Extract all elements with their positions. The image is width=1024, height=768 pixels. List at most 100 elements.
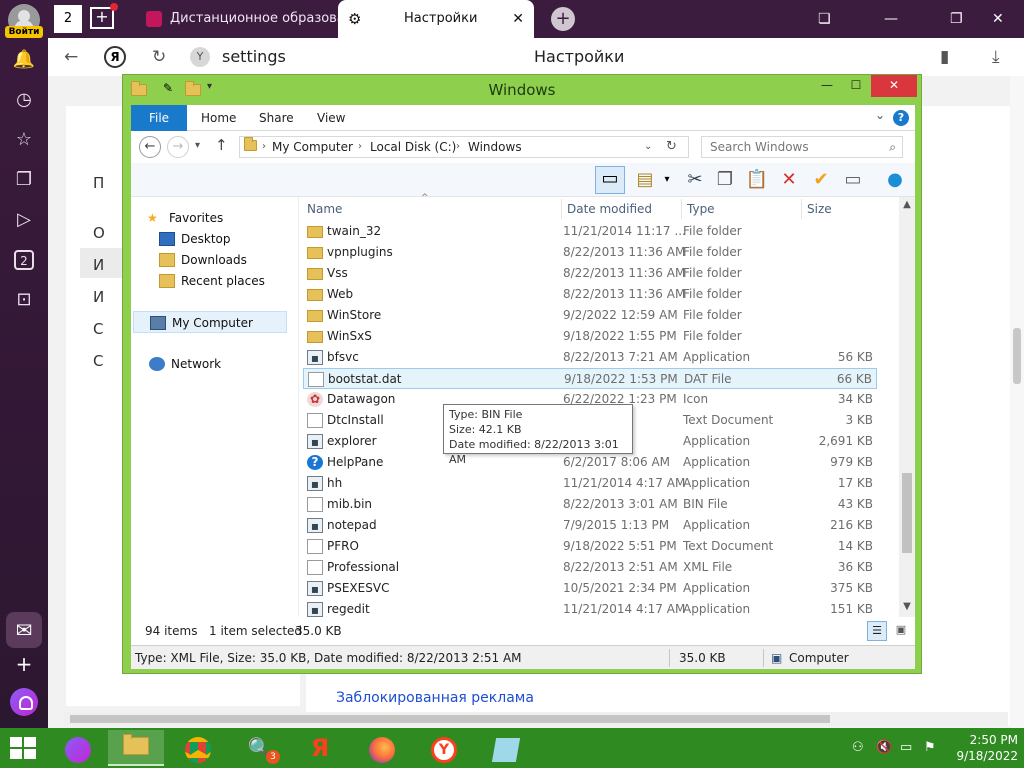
file-row[interactable]: ▪ notepad 7/9/2015 1:13 PM Application 216 K… (303, 515, 877, 536)
scrollbar-thumb[interactable] (902, 473, 912, 553)
large-icons-view-icon[interactable]: ▣ (891, 621, 911, 641)
start-button[interactable] (10, 737, 36, 759)
file-explorer-taskbar-icon[interactable] (108, 730, 164, 766)
column-header-type[interactable]: Type (687, 197, 715, 221)
search-icon[interactable]: ⌕ (889, 137, 896, 157)
url-text[interactable]: settings (222, 38, 286, 76)
file-row[interactable]: PFRO 9/18/2022 5:51 PM Text Document 14 KB (303, 536, 877, 557)
history-icon[interactable]: ◷ (12, 88, 36, 112)
chevron-down-icon[interactable]: ⌄ (644, 137, 652, 157)
close-button[interactable]: ✕ (871, 75, 917, 97)
file-row[interactable]: WinSxS 9/18/2022 1:55 PM File folder (303, 326, 877, 347)
tab-home[interactable]: Home (187, 105, 250, 131)
reload-icon[interactable]: ↻ (152, 38, 166, 76)
forward-button[interactable]: → (167, 136, 189, 158)
new-tab-button[interactable]: + (551, 7, 575, 31)
taskbar-clock[interactable]: 2:50 PM 9/18/2022 (948, 732, 1018, 764)
tab-file[interactable]: File (131, 105, 187, 131)
close-tab-icon[interactable]: ✕ (512, 0, 524, 38)
nav-my-computer[interactable]: My Computer (133, 311, 287, 333)
chrome-taskbar-icon[interactable] (170, 730, 226, 766)
tray-network-icon[interactable]: ⚇ (852, 728, 864, 768)
column-header-date[interactable]: Date modified (567, 197, 652, 221)
recent-locations-icon[interactable]: ▾ (195, 140, 200, 151)
scroll-down-icon[interactable]: ▼ (899, 601, 915, 612)
restore-button[interactable]: ❐ (950, 0, 963, 38)
delete-icon[interactable]: ✕ (777, 168, 801, 192)
ribbon-expand-icon[interactable]: ⌄ (875, 108, 885, 122)
magnifier-taskbar-icon[interactable]: 🔍 3 (232, 730, 288, 766)
address-bar[interactable]: › My Computer › Local Disk (C:) › Window… (239, 136, 689, 158)
page-scrollbar[interactable] (1010, 76, 1024, 728)
blocked-ads-link[interactable]: Заблокированная реклама (336, 690, 534, 706)
file-row[interactable]: Web 8/22/2013 11:36 AM File folder (303, 284, 877, 305)
back-button[interactable]: ← (139, 136, 161, 158)
notes-taskbar-icon[interactable] (478, 730, 534, 766)
tab-share[interactable]: Share (245, 105, 308, 131)
help-icon[interactable]: ? (893, 110, 909, 126)
minimize-button[interactable]: — (884, 0, 898, 38)
yandex-taskbar-icon[interactable]: Я (292, 730, 348, 766)
bookmarks-panel-icon[interactable]: ❏ (818, 0, 831, 38)
yandex-browser-taskbar-icon[interactable]: Y (416, 730, 472, 766)
file-row[interactable]: WinStore 9/2/2022 12:59 AM File folder (303, 305, 877, 326)
cut-icon[interactable]: ✂ (683, 168, 707, 192)
file-row[interactable]: ▪ PSEXESVC 10/5/2021 2:34 PM Application 375… (303, 578, 877, 599)
refresh-icon[interactable]: ↻ (666, 137, 677, 157)
settings-nav-letter[interactable]: С (93, 352, 103, 370)
bookmarks-star-icon[interactable]: ☆ (12, 128, 36, 152)
tray-battery-icon[interactable]: ▭ (900, 728, 912, 768)
copy-icon[interactable]: ❐ (713, 168, 737, 192)
file-list-scrollbar[interactable]: ▲ ▼ (899, 197, 915, 617)
download-icon[interactable]: ⤓ (992, 38, 1000, 76)
up-arrow-icon[interactable]: ↑ (215, 136, 228, 154)
details-view-icon[interactable]: ☰ (867, 621, 887, 641)
settings-nav-letter[interactable]: И (93, 288, 104, 306)
file-row[interactable]: Professional 8/22/2013 2:51 AM XML File 36 … (303, 557, 877, 578)
minimize-button[interactable]: — (813, 75, 841, 97)
close-window-button[interactable]: ✕ (992, 0, 1004, 38)
file-row[interactable]: vpnplugins 8/22/2013 11:36 AM File folder (303, 242, 877, 263)
file-row[interactable]: ▪ hh 11/21/2014 4:17 AM Application 17 KB (303, 473, 877, 494)
column-header-size[interactable]: Size (807, 197, 832, 221)
bookmark-icon[interactable]: ▮ (940, 38, 949, 76)
maximize-button[interactable]: ☐ (843, 75, 869, 97)
tray-volume-muted-icon[interactable]: 🔇 (876, 728, 892, 768)
settings-nav-letter[interactable]: О (93, 224, 105, 242)
settings-nav-letter[interactable]: П (93, 174, 104, 192)
tab-distance-learning[interactable]: Дистанционное образова (144, 0, 338, 38)
tab-home-counter[interactable]: 2 (54, 5, 82, 33)
file-row[interactable]: ▪ bfsvc 8/22/2013 7:21 AM Application 56 KB (303, 347, 877, 368)
search-input[interactable]: Search Windows ⌕ (701, 136, 903, 158)
tab-settings[interactable]: ⚙ Настройки ✕ (338, 0, 534, 38)
yandex-logo[interactable]: Я (104, 46, 126, 68)
app-shortcut-mail[interactable]: ✉ (6, 612, 42, 648)
counter-badge[interactable]: 2 (14, 250, 34, 270)
file-row[interactable]: twain_32 11/21/2014 11:17 ... File folder (303, 221, 877, 242)
paste-icon[interactable]: 📋 (745, 168, 769, 192)
dropdown-icon[interactable]: ▾ (655, 168, 679, 192)
play-icon[interactable]: ▷ (12, 208, 36, 232)
column-header-name[interactable]: Name (307, 197, 342, 221)
checkmark-icon[interactable]: ✔ (809, 168, 833, 192)
collections-icon[interactable]: ❐ (12, 168, 36, 192)
settings-nav-letter[interactable]: С (93, 320, 103, 338)
explorer-title-bar[interactable]: ✎ ▾ Windows — ☐ ✕ (123, 75, 921, 105)
file-row[interactable]: bootstat.dat 9/18/2022 1:53 PM DAT File 66 … (303, 368, 877, 389)
breadcrumb-windows[interactable]: Windows (468, 137, 522, 157)
new-tab-group-icon[interactable]: + (90, 3, 118, 29)
alice-assistant-icon[interactable] (10, 688, 38, 716)
tray-flag-icon[interactable]: ⚑ (924, 728, 936, 768)
rename-icon[interactable]: ▭ (841, 168, 865, 192)
site-info-icon[interactable]: Y (190, 47, 210, 67)
screenshot-icon[interactable]: ⊡ (12, 288, 36, 312)
file-row[interactable]: Vss 8/22/2013 11:36 AM File folder (303, 263, 877, 284)
bell-icon[interactable]: 🔔 (12, 48, 36, 72)
breadcrumb-my-computer[interactable]: My Computer (272, 137, 353, 157)
login-button[interactable]: Войти (5, 26, 43, 38)
scroll-up-icon[interactable]: ▲ (899, 199, 915, 210)
back-arrow-icon[interactable]: ← (64, 38, 78, 76)
globe-icon[interactable]: ● (883, 168, 907, 192)
breadcrumb-local-disk[interactable]: Local Disk (C:) (370, 137, 456, 157)
page-horizontal-scrollbar[interactable] (64, 712, 1008, 726)
